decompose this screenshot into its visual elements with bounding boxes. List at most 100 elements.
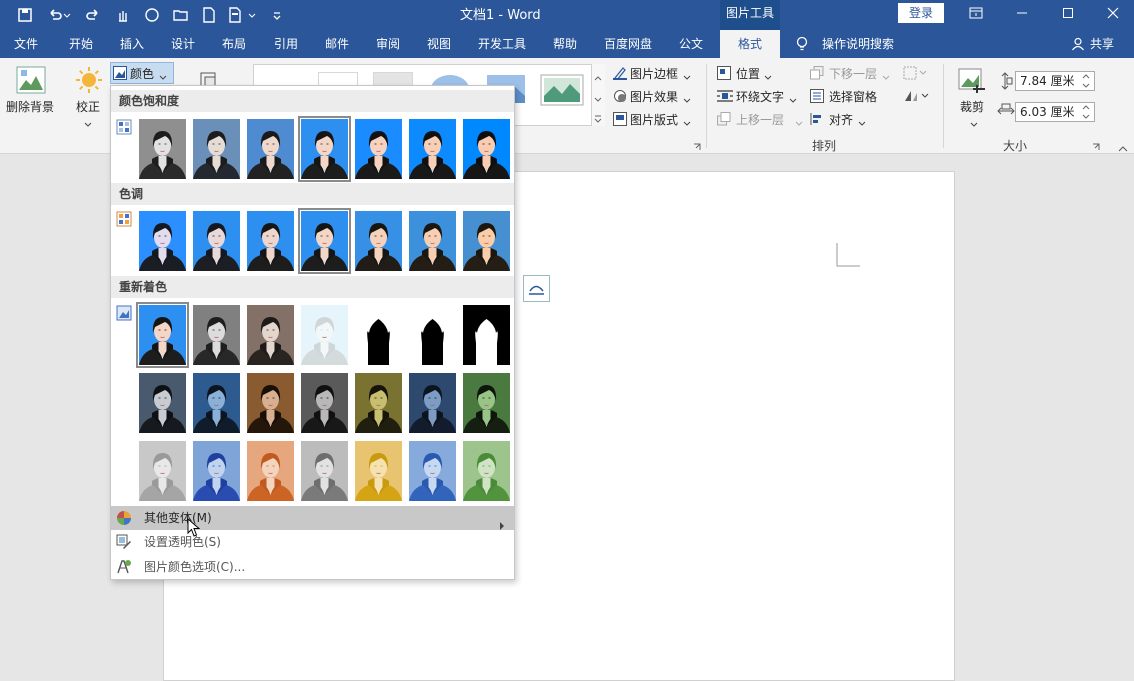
save-icon[interactable] xyxy=(14,4,36,26)
collapse-ribbon-icon[interactable] xyxy=(1118,141,1128,155)
correct-button[interactable]: 校正 xyxy=(76,98,100,115)
saturation-option-7[interactable] xyxy=(463,119,510,179)
more-variations-item[interactable]: 其他变体(M) xyxy=(111,506,514,530)
picture-border-button[interactable]: 图片边框 xyxy=(630,65,678,82)
tone-option-5[interactable] xyxy=(355,211,402,271)
correct-dropdown-icon[interactable] xyxy=(84,117,92,131)
selection-pane-button[interactable]: 选择窗格 xyxy=(829,88,877,105)
tab-layout[interactable]: 布局 xyxy=(222,30,246,58)
wrap-dropdown-icon[interactable] xyxy=(789,93,797,107)
crop-dropdown-icon[interactable] xyxy=(970,117,978,131)
send-backward-button[interactable]: 下移一层 xyxy=(829,65,877,82)
effects-dropdown-icon[interactable] xyxy=(683,93,691,107)
tab-baidu-netdisk[interactable]: 百度网盘 xyxy=(604,30,652,58)
recolor-option-1[interactable] xyxy=(136,302,189,368)
recolor-option-13[interactable] xyxy=(409,373,456,433)
tab-help[interactable]: 帮助 xyxy=(553,30,577,58)
picture-layout-button[interactable]: 图片版式 xyxy=(630,111,678,128)
bring-forward-button[interactable]: 上移一层 xyxy=(736,111,784,128)
recolor-option-19[interactable] xyxy=(355,441,402,501)
recolor-option-12[interactable] xyxy=(355,373,402,433)
backward-dropdown-icon[interactable] xyxy=(882,70,890,84)
tab-design[interactable]: 设计 xyxy=(171,30,195,58)
picture-color-options-item[interactable]: 图片颜色选项(C)... xyxy=(111,555,514,579)
position-dropdown-icon[interactable] xyxy=(764,70,772,84)
template-icon[interactable] xyxy=(224,4,246,26)
circle-icon[interactable] xyxy=(141,4,163,26)
tone-option-1[interactable] xyxy=(139,211,186,271)
size-launcher-icon[interactable] xyxy=(1092,140,1100,154)
minimize-icon[interactable] xyxy=(999,0,1045,26)
gallery-more-icon[interactable] xyxy=(594,112,602,126)
group-objects-icon[interactable] xyxy=(903,66,927,83)
undo-dropdown-icon[interactable] xyxy=(62,4,72,26)
recolor-option-10[interactable] xyxy=(247,373,294,433)
open-folder-icon[interactable] xyxy=(170,4,192,26)
template-dropdown-icon[interactable] xyxy=(246,4,258,26)
recolor-option-21[interactable] xyxy=(463,441,510,501)
recolor-option-9[interactable] xyxy=(193,373,240,433)
saturation-option-3[interactable] xyxy=(247,119,294,179)
tone-option-3[interactable] xyxy=(247,211,294,271)
login-button[interactable]: 登录 xyxy=(898,3,944,23)
saturation-option-6[interactable] xyxy=(409,119,456,179)
picture-effects-button[interactable]: 图片效果 xyxy=(630,88,678,105)
redo-icon[interactable] xyxy=(82,4,104,26)
recolor-option-11[interactable] xyxy=(301,373,348,433)
rotate-icon[interactable] xyxy=(903,89,929,106)
recolor-option-14[interactable] xyxy=(463,373,510,433)
recolor-option-16[interactable] xyxy=(193,441,240,501)
picture-style-6[interactable] xyxy=(540,74,584,109)
customize-qat-icon[interactable] xyxy=(266,4,288,26)
saturation-option-1[interactable] xyxy=(139,119,186,179)
gallery-down-icon[interactable] xyxy=(594,92,602,106)
tab-official-doc[interactable]: 公文 xyxy=(679,30,703,58)
crop-button[interactable]: 裁剪 xyxy=(960,98,984,115)
close-icon[interactable] xyxy=(1090,0,1134,26)
border-dropdown-icon[interactable] xyxy=(683,70,691,84)
tab-references[interactable]: 引用 xyxy=(274,30,298,58)
ribbon-display-icon[interactable] xyxy=(953,0,999,26)
tone-option-6[interactable] xyxy=(409,211,456,271)
recolor-option-6[interactable] xyxy=(409,305,456,365)
align-dropdown-icon[interactable] xyxy=(858,116,866,130)
picture-styles-launcher-icon[interactable] xyxy=(693,140,701,154)
recolor-option-5[interactable] xyxy=(355,305,402,365)
forward-dropdown-icon[interactable] xyxy=(795,116,803,130)
recolor-option-17[interactable] xyxy=(247,441,294,501)
recolor-option-20[interactable] xyxy=(409,441,456,501)
set-transparent-color-item[interactable]: 设置透明色(S) xyxy=(111,530,514,554)
wrap-text-button[interactable]: 环绕文字 xyxy=(736,88,784,105)
tone-option-7[interactable] xyxy=(463,211,510,271)
tone-option-2[interactable] xyxy=(193,211,240,271)
remove-background-button[interactable]: 删除背景 xyxy=(6,98,54,115)
saturation-option-4[interactable] xyxy=(298,116,351,182)
new-doc-icon[interactable] xyxy=(198,4,220,26)
recolor-option-18[interactable] xyxy=(301,441,348,501)
recolor-option-2[interactable] xyxy=(193,305,240,365)
align-button[interactable]: 对齐 xyxy=(829,111,853,128)
recolor-option-3[interactable] xyxy=(247,305,294,365)
recolor-option-8[interactable] xyxy=(139,373,186,433)
recolor-option-4[interactable] xyxy=(301,305,348,365)
tab-review[interactable]: 审阅 xyxy=(376,30,400,58)
tab-home[interactable]: 开始 xyxy=(69,30,93,58)
layout-dropdown-icon[interactable] xyxy=(683,116,691,130)
position-button[interactable]: 位置 xyxy=(736,65,760,82)
maximize-icon[interactable] xyxy=(1045,0,1091,26)
recolor-option-15[interactable] xyxy=(139,441,186,501)
touch-mode-icon[interactable] xyxy=(112,4,134,26)
share-button[interactable]: 共享 xyxy=(1090,30,1114,58)
tab-insert[interactable]: 插入 xyxy=(120,30,144,58)
tab-format[interactable]: 格式 xyxy=(720,30,780,58)
tab-mailings[interactable]: 邮件 xyxy=(325,30,349,58)
height-spin-icon[interactable] xyxy=(1082,73,1090,92)
width-spin-icon[interactable] xyxy=(1082,104,1090,123)
gallery-up-icon[interactable] xyxy=(594,70,602,84)
tone-option-4[interactable] xyxy=(298,208,351,274)
saturation-option-2[interactable] xyxy=(193,119,240,179)
tab-developer[interactable]: 开发工具 xyxy=(478,30,526,58)
recolor-option-7[interactable] xyxy=(463,305,510,365)
tab-file[interactable]: 文件 xyxy=(14,30,38,58)
saturation-option-5[interactable] xyxy=(355,119,402,179)
